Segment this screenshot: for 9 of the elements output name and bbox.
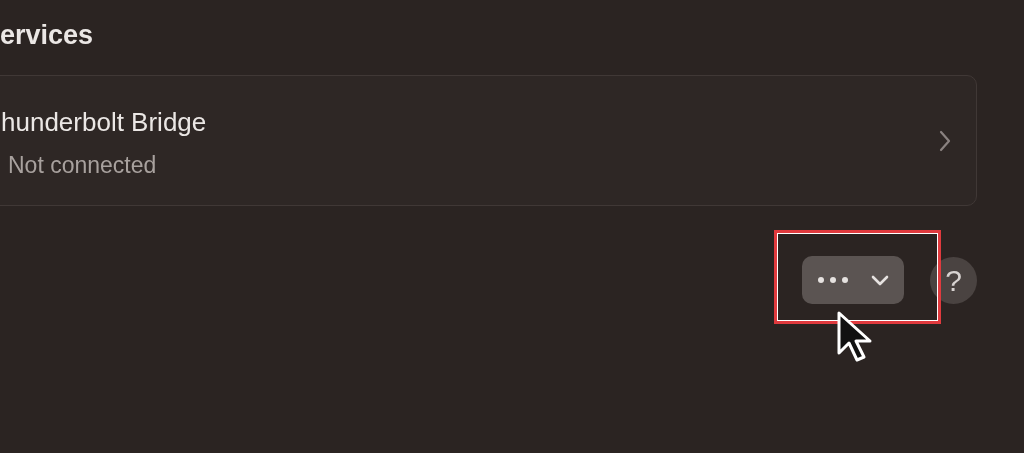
chevron-down-icon xyxy=(871,274,889,286)
more-icon xyxy=(817,276,849,284)
chevron-right-icon xyxy=(938,128,952,153)
service-row[interactable]: hunderbolt Bridge Not connected xyxy=(0,75,977,206)
service-status: Not connected xyxy=(7,151,158,179)
actions-menu-button[interactable] xyxy=(802,256,904,304)
help-button[interactable]: ? xyxy=(930,256,977,304)
service-name: hunderbolt Bridge xyxy=(1,106,208,138)
section-heading: ervices xyxy=(0,19,95,52)
